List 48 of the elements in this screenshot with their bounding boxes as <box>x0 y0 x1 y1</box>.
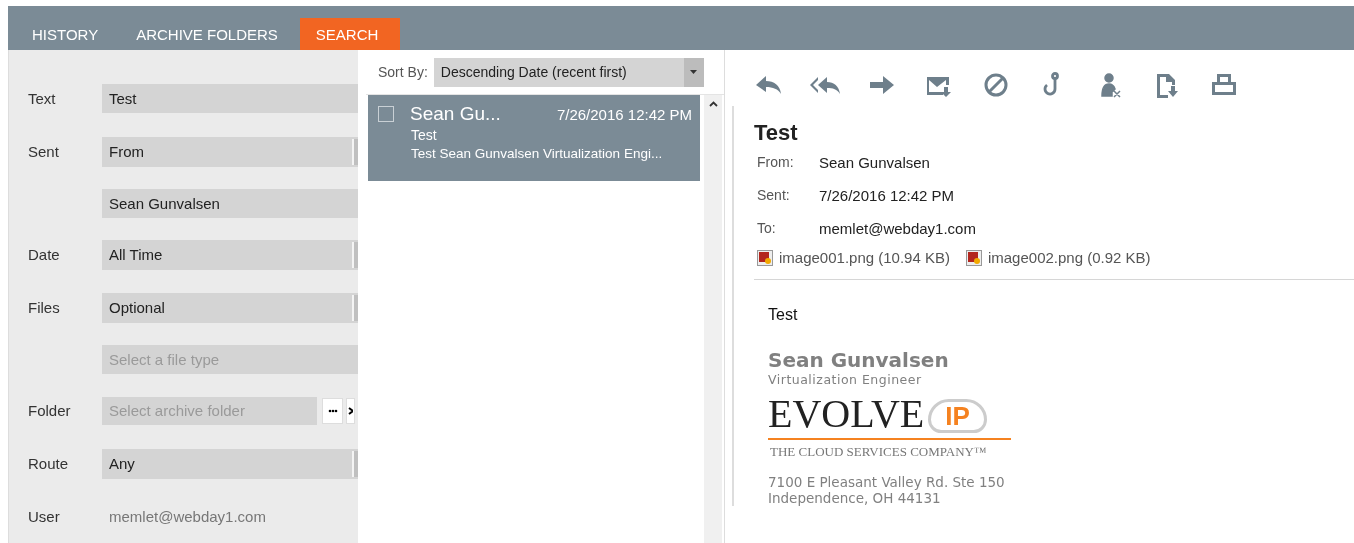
address-line: 7100 E Pleasant Valley Rd. Ste 150 <box>767 474 1006 490</box>
field-label: Files <box>27 299 61 316</box>
dropdown[interactable]: Any <box>102 448 358 479</box>
logo-wordmark: EVOLVE <box>768 395 925 433</box>
caret-icon <box>690 70 698 74</box>
more-icon <box>327 408 338 413</box>
header-label: To: <box>757 220 777 236</box>
message-subject: Test <box>410 127 438 143</box>
attachment-link[interactable]: image002.png (0.92 KB) <box>965 249 1151 266</box>
field-label: Text <box>27 90 57 107</box>
tab[interactable]: HISTORY <box>16 18 121 50</box>
browse-button[interactable] <box>322 397 343 424</box>
header-label: From: <box>757 154 795 170</box>
image-file-icon <box>965 249 982 266</box>
input-field[interactable]: Sean Gunvalsen <box>102 188 358 218</box>
checkbox[interactable] <box>378 106 394 122</box>
logo-tagline: THE CLOUD SERVICES COMPANY™ <box>769 444 988 460</box>
message-sender: Sean Gu... <box>410 103 502 125</box>
logo-cloud-badge: IP <box>928 399 987 433</box>
message-preview: Test Sean Gunvalsen Virtualization Engi... <box>410 146 664 161</box>
tab[interactable]: ARCHIVE FOLDERS <box>120 18 300 50</box>
sort-label: Sort By: <box>378 64 428 80</box>
dropdown[interactable]: From <box>102 136 358 167</box>
header-value: Sean Gunvalsen <box>819 154 930 171</box>
signature-name: Sean Gunvalsen <box>767 348 950 372</box>
scroll-up-icon[interactable] <box>708 101 718 107</box>
sort-dropdown[interactable]: Descending Date (recent first) <box>433 57 704 87</box>
message-body: Test <box>767 306 799 324</box>
image-file-icon <box>757 249 773 266</box>
field-label: Route <box>27 455 70 472</box>
field-label: User <box>27 508 61 525</box>
field-label: Sent <box>27 143 60 160</box>
message-item[interactable]: Sean Gu... 7/26/2016 12:42 PM Test Test Sean Gunvalsen Virtualization Engi... <box>368 95 700 181</box>
dropdown[interactable]: All Time <box>102 239 358 270</box>
dropdown[interactable]: Optional <box>102 292 358 323</box>
field-label: Date <box>27 246 61 263</box>
message-subject: Test <box>754 120 799 146</box>
attachment-link[interactable]: image001.png (10.94 KB) <box>757 249 950 266</box>
header-label: Sent: <box>757 187 791 203</box>
signature-title: Virtualization Engineer <box>767 372 923 387</box>
message-date: 7/26/2016 12:42 PM <box>556 105 692 123</box>
input-field[interactable]: Test <box>102 84 358 113</box>
field-label: Folder <box>27 402 72 419</box>
address-line: Independence, OH 44131 <box>767 490 942 506</box>
clear-button[interactable] <box>346 397 355 424</box>
header-value: memlet@webday1.com <box>819 220 976 237</box>
user-email: memlet@webday1.com <box>108 508 266 525</box>
header-value: 7/26/2016 12:42 PM <box>819 187 955 204</box>
